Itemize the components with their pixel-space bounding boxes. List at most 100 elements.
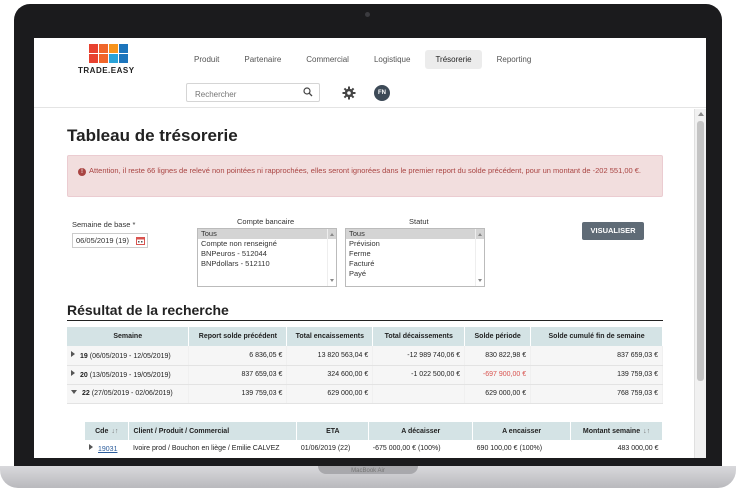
week-range: (06/05/2019 - 12/05/2019): [89, 352, 171, 360]
col-a-decaisser[interactable]: A décaisser: [368, 422, 474, 440]
nav-item[interactable]: Partenaire: [234, 50, 291, 69]
expand-caret-icon[interactable]: [89, 444, 93, 451]
account-option[interactable]: Compte non renseigné: [198, 239, 336, 249]
status-option[interactable]: Prévision: [346, 239, 484, 249]
week-row[interactable]: 19 (06/05/2019 - 12/05/2019) 6 836,05 €13…: [67, 346, 663, 366]
scroll-up-icon[interactable]: [698, 112, 704, 116]
status-option[interactable]: Tous: [346, 229, 484, 239]
a-decaisser-percent: (100%): [417, 445, 441, 453]
solde-cumule-cell: 837 659,03 €: [530, 346, 663, 366]
montant-semaine-cell: 483 000,00 €: [570, 440, 663, 458]
a-encaisser-percent: (100%): [519, 445, 543, 453]
warning-alert: ! Attention, il reste 66 lignes de relevé…: [67, 155, 663, 197]
expand-caret-icon[interactable]: [71, 370, 75, 376]
col-decaissements[interactable]: Total décaissements: [372, 327, 466, 346]
account-option[interactable]: BNPdollars - 512110: [198, 259, 336, 269]
gear-icon[interactable]: [342, 86, 356, 100]
account-listbox-scrollbar[interactable]: [327, 229, 336, 286]
laptop-base: MacBook Air: [0, 466, 736, 488]
status-listbox[interactable]: Tous Prévision Ferme Facturé Payé: [345, 228, 485, 287]
results-table: Semaine Report solde précédent Total enc…: [67, 327, 663, 404]
nav-item[interactable]: Logistique: [364, 50, 420, 69]
client-cell: Ivoire prod / Bouchon en liège / Emilie …: [128, 440, 297, 458]
expand-caret-icon[interactable]: [71, 350, 75, 357]
nav-item[interactable]: Produit: [184, 50, 229, 69]
logo-tile: [109, 54, 118, 63]
week-cell: 22 (27/05/2019 - 02/06/2019): [67, 384, 190, 404]
col-encaissements[interactable]: Total encaissements: [286, 327, 374, 346]
alert-text: Attention, il reste 66 lignes de relevé …: [89, 166, 642, 175]
account-listbox[interactable]: Tous Compte non renseigné BNPeuros - 51204…: [197, 228, 337, 287]
logo-tile: [99, 54, 108, 63]
col-eta[interactable]: ETA: [296, 422, 370, 440]
decaissements-cell: [372, 384, 466, 404]
week-detail-table: Cde ↓↑ Client / Produit / Commercial ETA …: [85, 422, 663, 458]
status-option[interactable]: Facturé: [346, 259, 484, 269]
col-montant-semaine[interactable]: Montant semaine ↓↑: [570, 422, 663, 440]
encaissements-cell: 13 820 563,04 €: [286, 346, 374, 366]
encaissements-cell: 629 000,00 €: [286, 384, 374, 404]
status-listbox-scrollbar[interactable]: [475, 229, 484, 286]
week-label: Semaine de base *: [72, 220, 136, 229]
week-row[interactable]: 22 (27/05/2019 - 02/06/2019) 139 759,03 €…: [67, 384, 663, 404]
account-label: Compte bancaire: [237, 217, 295, 226]
results-title: Résultat de la recherche: [67, 302, 229, 318]
user-avatar[interactable]: FN: [374, 85, 390, 101]
col-client[interactable]: Client / Produit / Commercial: [128, 422, 298, 440]
calendar-icon[interactable]: [136, 236, 145, 245]
week-row[interactable]: 20 (13/05/2019 - 19/05/2019) 837 659,03 €…: [67, 365, 663, 385]
search-input[interactable]: [187, 86, 295, 103]
solde-cumule-cell: 768 759,03 €: [530, 384, 663, 404]
report-cell: 837 659,03 €: [188, 365, 288, 385]
alert-exclamation-icon: !: [78, 168, 86, 176]
a-encaisser-cell: 690 100,00 € (100%): [472, 440, 571, 458]
encaissements-cell: 324 600,00 €: [286, 365, 374, 385]
eta-cell: 01/06/2019 (22): [296, 440, 369, 458]
collapse-caret-icon[interactable]: [71, 390, 77, 394]
cde-cell: 19031: [85, 440, 129, 458]
col-montant-label: Montant semaine: [582, 427, 641, 435]
col-a-encaisser[interactable]: A encaisser: [472, 422, 572, 440]
camera-dot: [365, 12, 370, 17]
a-decaisser-cell: -675 000,00 € (100%): [368, 440, 473, 458]
col-solde-cumule[interactable]: Solde cumulé fin de semaine: [530, 327, 663, 346]
decaissements-cell: -1 022 500,00 €: [372, 365, 466, 385]
a-decaisser-amount: -675 000,00 €: [372, 445, 416, 453]
col-semaine[interactable]: Semaine: [67, 327, 190, 346]
status-option[interactable]: Payé: [346, 269, 484, 279]
col-solde-periode[interactable]: Solde période: [464, 327, 532, 346]
logo-grid-icon: [89, 44, 142, 63]
status-option[interactable]: Ferme: [346, 249, 484, 259]
visualiser-button[interactable]: VISUALISER: [582, 222, 644, 240]
solde-periode-cell: -697 900,00 €: [464, 365, 532, 385]
nav-item[interactable]: Commercial: [296, 50, 359, 69]
scroll-thumb[interactable]: [697, 121, 704, 381]
main-content: Tableau de trésorerie ! Attention, il res…: [34, 109, 694, 458]
week-cell: 19 (06/05/2019 - 12/05/2019): [67, 346, 190, 366]
col-cde[interactable]: Cde ↓↑: [85, 422, 130, 440]
a-encaisser-amount: 690 100,00 €: [476, 445, 518, 453]
detail-header-row: Cde ↓↑ Client / Produit / Commercial ETA …: [85, 422, 663, 440]
laptop-model-label: MacBook Air: [351, 468, 385, 474]
search-icon[interactable]: [303, 87, 313, 97]
main-nav: Produit Partenaire Commercial Logistique Tré…: [184, 50, 546, 69]
logo-tile: [89, 44, 98, 53]
app-screen: TRADE.EASY Produit Partenaire Commercial Lo…: [34, 38, 706, 458]
nav-item[interactable]: Trésorerie: [425, 50, 482, 69]
brand-logo[interactable]: TRADE.EASY: [78, 44, 142, 75]
account-option[interactable]: Tous: [198, 229, 336, 239]
order-row[interactable]: 19031 Ivoire prod / Bouchon en liège / Em…: [85, 440, 663, 458]
col-report[interactable]: Report solde précédent: [188, 327, 288, 346]
order-link[interactable]: 19031: [98, 446, 117, 453]
account-option[interactable]: BNPeuros - 512044: [198, 249, 336, 259]
logo-tile: [89, 54, 98, 63]
brand-name: TRADE.EASY: [78, 66, 135, 75]
sort-icon: ↓↑: [111, 427, 119, 435]
solde-periode-cell: 830 822,98 €: [464, 346, 532, 366]
nav-item[interactable]: Reporting: [487, 50, 542, 69]
page-scrollbar[interactable]: [694, 109, 706, 458]
week-range: (27/05/2019 - 02/06/2019): [91, 390, 173, 397]
week-range: (13/05/2019 - 19/05/2019): [89, 372, 171, 379]
logo-tile: [109, 44, 118, 53]
solde-periode-cell: 629 000,00 €: [464, 384, 532, 404]
